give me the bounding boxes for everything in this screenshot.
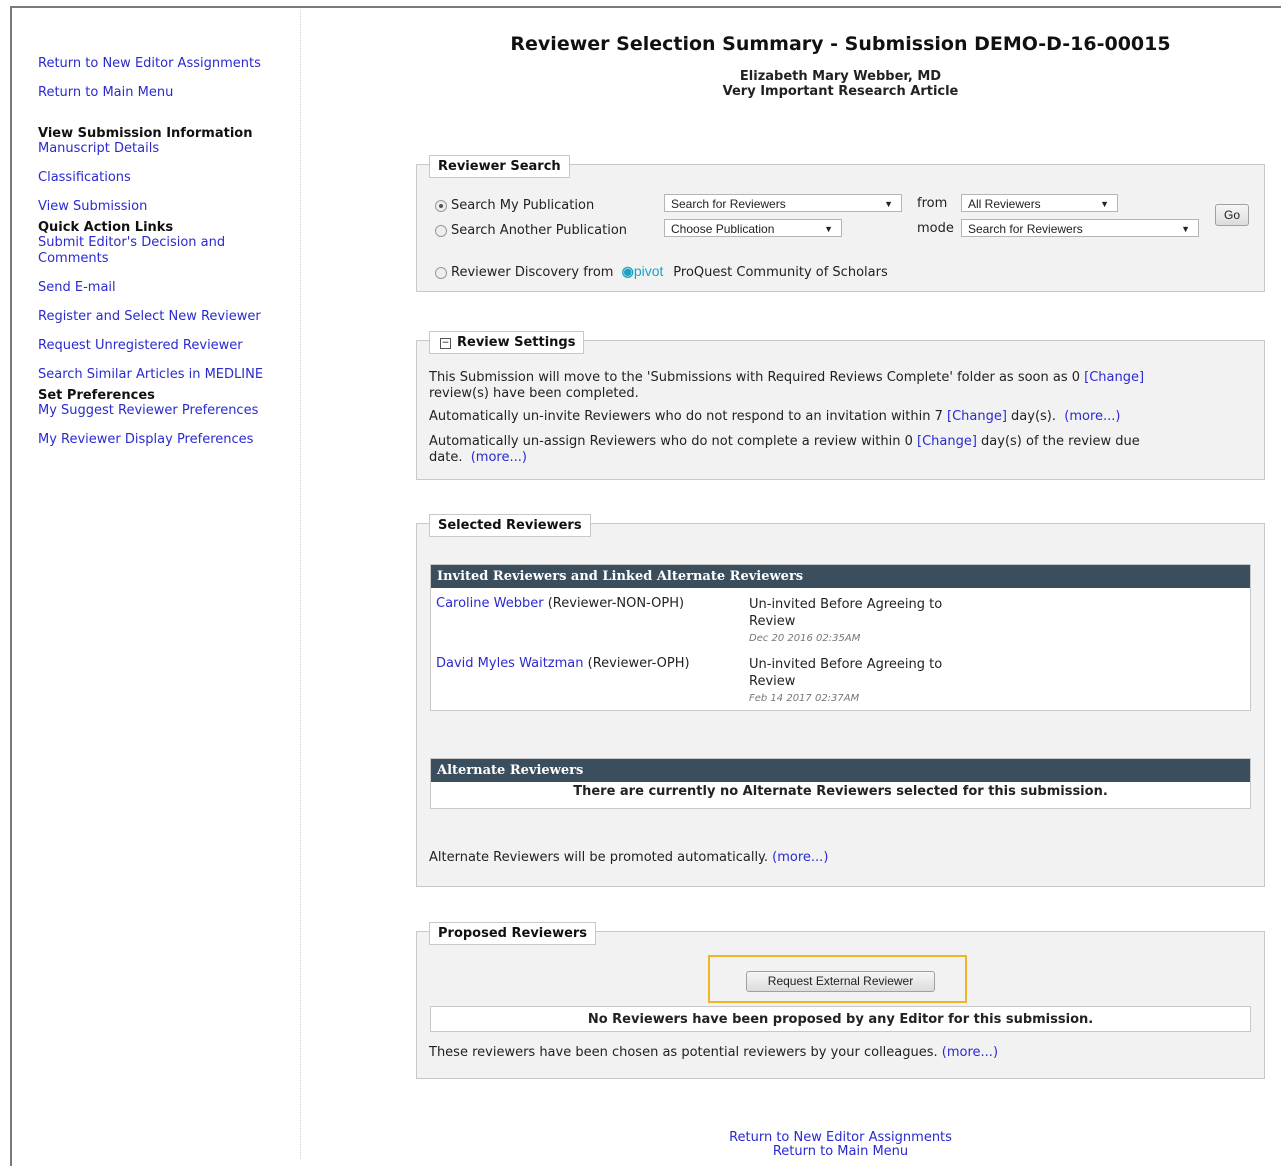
pivot-logo: ◉pivot [621, 263, 664, 279]
pivot-circle-icon: ◉ [621, 263, 634, 279]
review-settings-legend[interactable]: − Review Settings [429, 331, 585, 354]
dropdown-arrow-icon: ▼ [1100, 199, 1109, 209]
reviewer-status: Un-invited Before Agreeing to [749, 597, 943, 612]
sidebar-link-submit-decision[interactable]: Submit Editor's Decision and Comments [38, 235, 253, 267]
review-settings-panel: − Review Settings This Submission will mo… [416, 331, 1265, 480]
table-row: Caroline Webber (Reviewer-NON-OPH) Un-in… [436, 596, 1236, 644]
sidebar-link-manuscript-details[interactable]: Manuscript Details [38, 141, 298, 157]
radio-on-icon[interactable] [435, 199, 447, 212]
mode-label: mode [917, 221, 954, 236]
more-unassign-link[interactable]: (more...) [471, 450, 527, 465]
radio-off-icon[interactable] [435, 224, 447, 237]
alternate-reviewers-table: Alternate Reviewers There are currently … [430, 758, 1251, 809]
reviewer-discovery-option[interactable]: Reviewer Discovery from ◉pivot ProQuest … [435, 263, 888, 281]
proposed-empty-message: No Reviewers have been proposed by any E… [430, 1006, 1251, 1032]
proposed-reviewers-legend: Proposed Reviewers [429, 922, 597, 945]
proquest-label: ProQuest Community of Scholars [673, 265, 888, 280]
reviewer-status: Un-invited Before Agreeing to [749, 657, 943, 672]
from-value: All Reviewers [968, 197, 1041, 211]
page-title: Reviewer Selection Summary - Submission … [510, 33, 1171, 55]
reviewer-role: (Reviewer-NON-OPH) [547, 596, 685, 611]
more-proposed-link[interactable]: (more...) [942, 1045, 998, 1060]
reviewer-status-date: Feb 14 2017 02:37AM [749, 693, 860, 704]
review-settings-title: Review Settings [457, 335, 576, 350]
main-content: Reviewer Selection Summary - Submission … [416, 0, 1265, 1159]
sidebar-link-classifications[interactable]: Classifications [38, 170, 298, 186]
reviewer-status-date: Dec 20 2016 02:35AM [749, 633, 861, 644]
mode-value: Search for Reviewers [968, 222, 1083, 236]
sidebar-link-main-menu[interactable]: Return to Main Menu [38, 85, 298, 101]
sidebar: Return to New Editor Assignments Return … [38, 56, 298, 461]
reviewer-status-cont: Review [749, 674, 796, 689]
publication-select[interactable]: Choose Publication ▼ [664, 219, 842, 237]
from-select[interactable]: All Reviewers ▼ [961, 194, 1118, 212]
search-another-publication-label: Search Another Publication [451, 223, 628, 238]
dropdown-arrow-icon: ▼ [1181, 224, 1190, 234]
search-type-select[interactable]: Search for Reviewers ▼ [664, 194, 902, 212]
request-external-reviewer-button[interactable]: Request External Reviewer [746, 971, 935, 992]
sidebar-link-view-submission[interactable]: View Submission [38, 199, 298, 215]
search-my-publication-label: Search My Publication [451, 198, 595, 213]
footer-link-new-editor-assignments[interactable]: Return to New Editor Assignments [416, 1131, 1265, 1145]
proposed-note: These reviewers have been chosen as pote… [429, 1045, 999, 1060]
collapse-minus-icon[interactable]: − [440, 338, 451, 349]
footer-links: Return to New Editor Assignments Return … [416, 1131, 1265, 1159]
more-uninvite-link[interactable]: (more...) [1064, 409, 1120, 424]
reviewer-discovery-label: Reviewer Discovery from [451, 265, 614, 280]
more-alternate-link[interactable]: (more...) [772, 850, 828, 865]
alternate-note: Alternate Reviewers will be promoted aut… [429, 850, 829, 865]
setting-required-reviews: This Submission will move to the 'Submis… [429, 370, 1145, 401]
alternate-reviewers-header: Alternate Reviewers [431, 759, 1250, 782]
sidebar-link-display-prefs[interactable]: My Reviewer Display Preferences [38, 432, 298, 448]
reviewer-name-link[interactable]: Caroline Webber [436, 596, 544, 611]
radio-off-icon[interactable] [435, 266, 447, 279]
sidebar-link-request-unregistered[interactable]: Request Unregistered Reviewer [38, 338, 298, 354]
invited-reviewers-table: Invited Reviewers and Linked Alternate R… [430, 564, 1251, 711]
sidebar-link-search-medline[interactable]: Search Similar Articles in MEDLINE [38, 367, 298, 383]
publication-value: Choose Publication [671, 222, 775, 236]
proposed-reviewers-panel: Proposed Reviewers Request External Revi… [416, 922, 1265, 1079]
mode-select[interactable]: Search for Reviewers ▼ [961, 219, 1199, 237]
change-unassign-link[interactable]: [Change] [917, 434, 977, 449]
author-name: Elizabeth Mary Webber, MD [739, 69, 942, 84]
change-required-reviews-link[interactable]: [Change] [1084, 370, 1144, 385]
alternate-empty-message: There are currently no Alternate Reviewe… [573, 784, 1108, 799]
sidebar-heading-view-submission: View Submission Information [38, 126, 253, 141]
reviewer-name-link[interactable]: David Myles Waitzman [436, 656, 583, 671]
sidebar-heading-quick-action: Quick Action Links [38, 220, 174, 235]
search-another-publication-option[interactable]: Search Another Publication [435, 223, 627, 239]
article-title: Very Important Research Article [722, 84, 959, 99]
invited-reviewers-header: Invited Reviewers and Linked Alternate R… [431, 565, 1250, 588]
dropdown-arrow-icon: ▼ [884, 199, 893, 209]
table-row: David Myles Waitzman (Reviewer-OPH) Un-i… [436, 656, 1236, 704]
selected-reviewers-panel: Selected Reviewers Invited Reviewers and… [416, 514, 1265, 887]
search-type-value: Search for Reviewers [671, 197, 786, 211]
sidebar-heading-preferences: Set Preferences [38, 388, 155, 403]
dropdown-arrow-icon: ▼ [824, 224, 833, 234]
change-uninvite-link[interactable]: [Change] [947, 409, 1007, 424]
from-label: from [917, 196, 948, 211]
footer-link-main-menu[interactable]: Return to Main Menu [416, 1145, 1265, 1159]
sidebar-link-suggest-prefs[interactable]: My Suggest Reviewer Preferences [38, 403, 298, 419]
setting-uninvite: Automatically un-invite Reviewers who do… [429, 409, 1121, 424]
selected-reviewers-legend: Selected Reviewers [429, 514, 591, 537]
reviewer-search-panel: Reviewer Search Search My Publication Se… [416, 155, 1265, 292]
sidebar-link-new-editor-assignments[interactable]: Return to New Editor Assignments [38, 56, 298, 72]
sidebar-link-register-new-reviewer[interactable]: Register and Select New Reviewer [38, 309, 298, 325]
reviewer-search-legend: Reviewer Search [429, 155, 570, 178]
go-button[interactable]: Go [1215, 204, 1249, 226]
reviewer-role: (Reviewer-OPH) [587, 656, 690, 671]
sidebar-divider [300, 10, 301, 1159]
search-my-publication-option[interactable]: Search My Publication [435, 198, 594, 214]
reviewer-status-cont: Review [749, 614, 796, 629]
sidebar-link-send-email[interactable]: Send E-mail [38, 280, 298, 296]
setting-unassign: Automatically un-assign Reviewers who do… [429, 434, 1140, 465]
